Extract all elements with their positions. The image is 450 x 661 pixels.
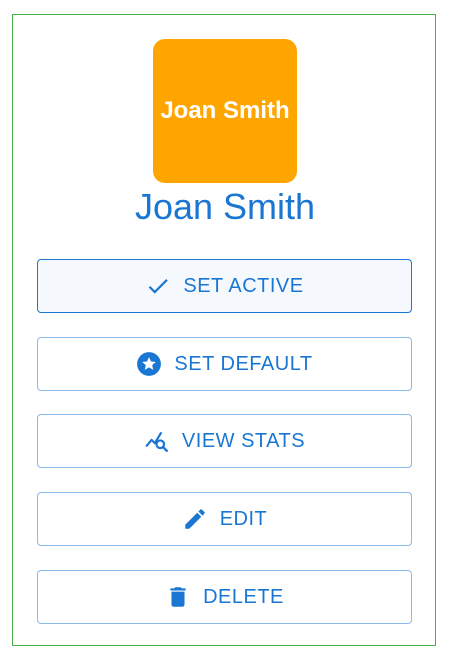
trash-icon: [165, 584, 191, 610]
delete-label: DELETE: [203, 585, 284, 608]
check-icon: [145, 273, 171, 299]
delete-button[interactable]: DELETE: [37, 570, 412, 624]
chart-search-icon: [144, 428, 170, 454]
view-stats-button[interactable]: VIEW STATS: [37, 414, 412, 468]
set-default-button[interactable]: SET DEFAULT: [37, 337, 412, 391]
view-stats-label: VIEW STATS: [181, 429, 306, 452]
edit-button[interactable]: EDIT: [37, 492, 412, 546]
star-circle-icon: [136, 351, 162, 377]
profile-card: Joan Smith Joan Smith SET ACTIVE SET DEF…: [12, 14, 436, 646]
avatar-text: Joan Smith: [160, 97, 290, 124]
set-active-button[interactable]: SET ACTIVE: [37, 259, 412, 313]
profile-name: Joan Smith: [134, 186, 316, 227]
set-active-label: SET ACTIVE: [183, 274, 304, 297]
pencil-icon: [182, 506, 208, 532]
set-default-label: SET DEFAULT: [174, 352, 313, 375]
avatar: Joan Smith: [153, 39, 297, 183]
edit-label: EDIT: [219, 507, 268, 530]
